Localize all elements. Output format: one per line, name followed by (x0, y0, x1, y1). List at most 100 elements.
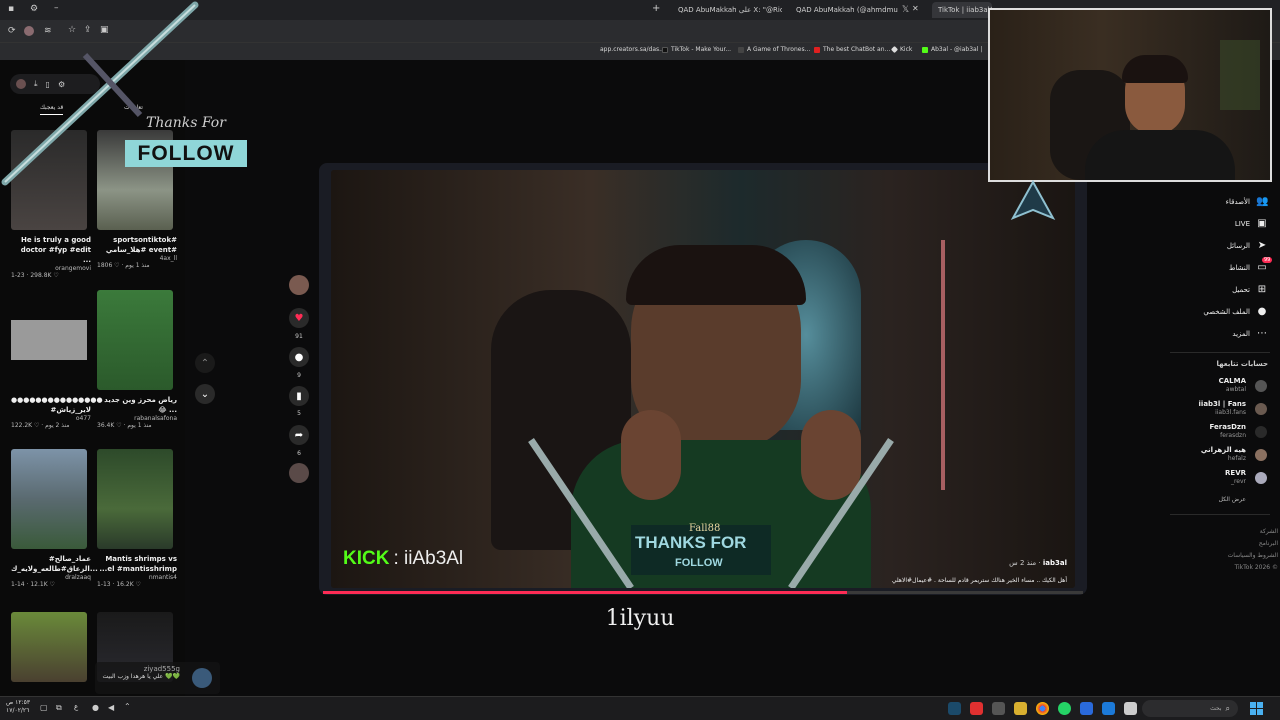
avatar[interactable] (1255, 403, 1267, 415)
comment-button[interactable]: ● (289, 347, 309, 367)
save-button[interactable]: ▮ (289, 386, 309, 406)
following-name: FerasDzn (1209, 423, 1246, 431)
following-item[interactable]: CALMA awbtal (1186, 377, 1246, 393)
video-progress-bar[interactable] (323, 591, 1083, 594)
feed-author[interactable]: o477 (11, 415, 91, 422)
nav-more[interactable]: المزيد ⋯ (1178, 328, 1268, 339)
see-all-link[interactable]: عرض الكل (1186, 496, 1246, 503)
speaker-icon[interactable]: ◀ (108, 703, 114, 712)
whatsapp-icon[interactable] (1058, 702, 1071, 715)
sound-avatar[interactable] (289, 463, 309, 483)
new-tab-button[interactable]: + (652, 3, 660, 14)
tab-x-post[interactable]: QAD AbuMakkah على X: "@Rio𝕏 (672, 2, 782, 18)
video-thumbnail[interactable] (11, 449, 87, 549)
following-item[interactable]: REVR _revr (1186, 469, 1246, 485)
video-thumbnail[interactable] (11, 290, 87, 390)
feed-author[interactable]: rabanalsafona (97, 415, 177, 422)
feed-item[interactable]: #عماد_صالح الزعاق#طالعه_ولايه_ك... dralz… (11, 449, 98, 588)
nav-label: الملف الشخصي (1203, 307, 1250, 316)
nav-friends[interactable]: الأصدقاء 👥 (1178, 196, 1269, 207)
search-icon: ⌕ (1225, 703, 1230, 713)
feed-author[interactable]: dralzaaq (11, 574, 91, 581)
following-handle: hefalz (1227, 455, 1246, 462)
avatar[interactable] (1255, 380, 1267, 392)
video-thumbnail[interactable] (97, 290, 173, 390)
heart-icon: ♥ (294, 312, 304, 324)
footer-link[interactable]: الشركة (1200, 526, 1278, 538)
avatar[interactable] (1255, 472, 1267, 484)
video-description: أهل الكيك .. مساء الخير هنالك ستريمر قاد… (891, 577, 1067, 584)
bookmark-kick[interactable]: Kick (890, 45, 912, 54)
video-player[interactable]: KICK : iiAb3Al Fall88 THANKS FOR FOLLOW … (331, 170, 1075, 588)
tab-x-profile[interactable]: QAD AbuMakkah (@ahmdmu 𝕏 (790, 2, 910, 18)
obs-icon[interactable] (970, 702, 983, 715)
following-handle: _revr (1230, 478, 1246, 485)
creator-avatar[interactable] (289, 275, 309, 295)
clock-date: ١٧/٠٢/٢٦ (6, 707, 30, 714)
nav-live[interactable]: LIVE ▣ (1178, 218, 1268, 229)
comment-count: 9 (297, 372, 301, 379)
bookmark-chatbot[interactable]: The best ChatBot an... (814, 46, 890, 53)
share-arrow-icon: ➦ (294, 429, 304, 441)
feed-author[interactable]: orangemovi (11, 265, 91, 272)
nav-label: تحميل (1232, 285, 1250, 294)
kick-crest-icon (1010, 180, 1056, 220)
clock[interactable]: ١٢:٥٣ ص ١٧/٠٢/٢٦ (6, 699, 30, 715)
following-item[interactable]: هيه الزهراني hefalz (1186, 446, 1246, 462)
nav-profile[interactable]: الملف الشخصي ● (1178, 306, 1268, 317)
video-thumbnail[interactable] (97, 449, 173, 549)
notification-icon[interactable]: ▢ (40, 703, 48, 712)
inbox-icon: ▭ 99 (1257, 257, 1273, 273)
bookmark-creators[interactable]: app.creators.sa/das... (600, 46, 665, 53)
bookmark-label: Ab3al - @iab3al | (931, 46, 983, 53)
bookmark-ab3al[interactable]: Ab3al - @iab3al | (922, 46, 982, 53)
video-author-line: iab3al · منذ 2 س (1009, 559, 1067, 567)
following-item[interactable]: iiab3l | Fans iiab3l.fans (1186, 400, 1246, 416)
chrome-icon[interactable] (1036, 702, 1049, 715)
feed-author[interactable]: 4ax_ll (97, 255, 177, 262)
avatar[interactable] (1255, 426, 1267, 438)
taskbar-search[interactable]: بحث ⌕ (1142, 700, 1238, 717)
following-name: iiab3l | Fans (1198, 400, 1246, 408)
nav-activity[interactable]: النشاط ▭ 99 (1178, 257, 1273, 273)
share-button[interactable]: ➦ (289, 425, 309, 445)
footer-link[interactable]: الشروط والسياسات (1200, 550, 1278, 562)
tab-tiktok[interactable]: TikTok | iiab3al@ (932, 2, 992, 18)
feed-stats: 122.2K ♡ · منذ 2 يوم (11, 422, 70, 429)
tab-label: TikTok | iiab3al@ (938, 6, 992, 14)
network-icon[interactable]: ⧉ (56, 703, 62, 713)
nav-upload[interactable]: تحميل ⊞ (1178, 284, 1268, 295)
store-icon[interactable] (1080, 702, 1093, 715)
feed-item[interactable]: رياض محرز وين جديد 😂 ... rabanalsafona 3… (97, 290, 177, 429)
bookmark-got[interactable]: A Game of Thrones... (738, 46, 810, 53)
avatar[interactable] (1255, 449, 1267, 461)
steam-icon[interactable] (948, 702, 961, 715)
explorer-icon[interactable] (1102, 702, 1115, 715)
bookmark-label: A Game of Thrones... (747, 46, 811, 53)
chevron-up-icon: ⌃ (200, 357, 210, 369)
folder-icon[interactable] (1014, 702, 1027, 715)
previous-video-button[interactable]: ⌃ (195, 353, 215, 373)
tray-chevron-icon[interactable]: ⌃ (124, 702, 131, 711)
feed-item[interactable]: Mantis shrimps vs ...el #mantisshrimp nm… (97, 449, 177, 588)
nav-messages[interactable]: الرسائل ➤ (1178, 240, 1268, 251)
language-indicator[interactable]: ع (74, 703, 78, 711)
stream-caption: 1ilyuu (605, 606, 675, 631)
video-author[interactable]: iab3al (1043, 559, 1067, 567)
feed-item[interactable]: ●●●●●●●●●●●●●●● #لاير_زياش o477 122.2K ♡… (11, 290, 103, 429)
video-thumbnail[interactable] (11, 612, 87, 682)
start-button[interactable] (1250, 702, 1263, 715)
app-icon[interactable] (992, 702, 1005, 715)
notepad-icon[interactable] (1124, 702, 1137, 715)
following-item[interactable]: FerasDzn ferasdzn (1186, 423, 1246, 439)
bookmark-tiktok[interactable]: TikTok - Make Your... (662, 46, 731, 53)
next-video-button[interactable]: ⌄ (195, 384, 215, 404)
footer-link[interactable]: البرنامج (1200, 538, 1278, 550)
follow-banner: FOLLOW (125, 140, 247, 167)
close-tab-icon[interactable]: ✕ (912, 4, 919, 13)
like-button[interactable]: ♥ (289, 308, 309, 328)
microphone-icon[interactable]: ● (92, 703, 99, 712)
following-title: حسابات تتابعها (1216, 360, 1268, 368)
tiktok-icon (662, 46, 668, 53)
feed-author[interactable]: nmantis4 (97, 574, 177, 581)
